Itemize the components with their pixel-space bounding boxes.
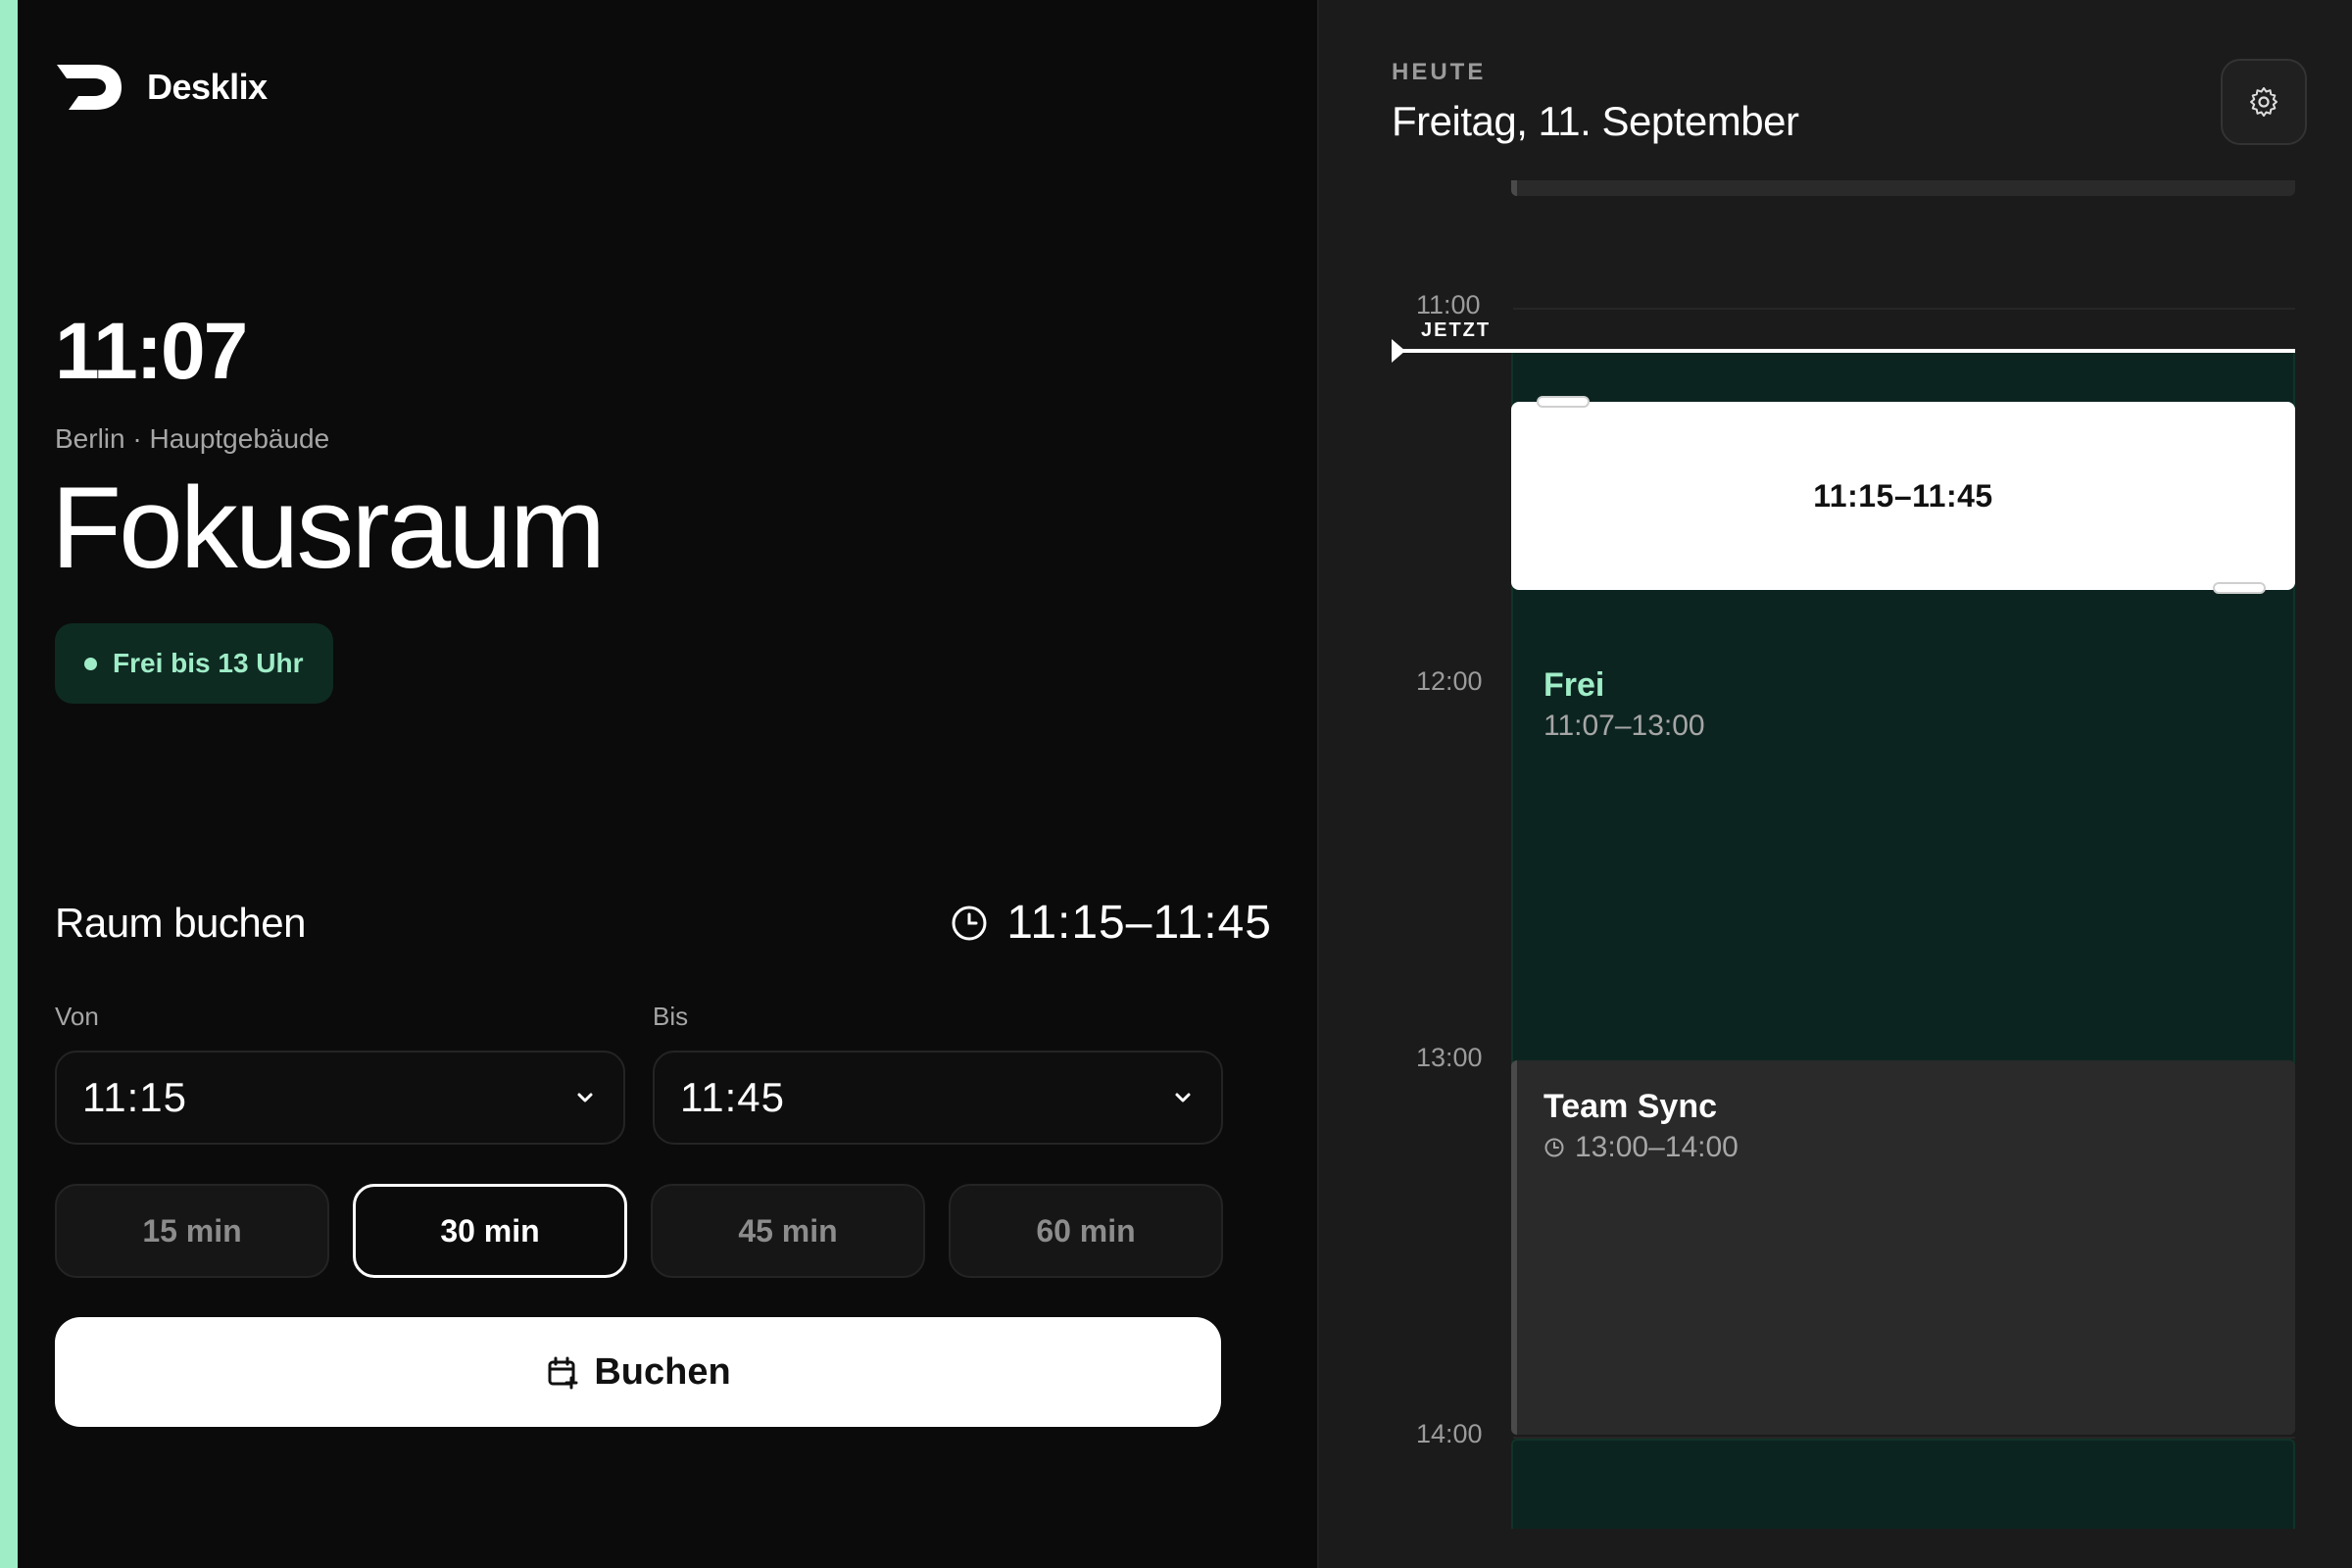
- to-value: 11:45: [680, 1074, 785, 1120]
- today-label: HEUTE: [1392, 59, 1487, 85]
- settings-button[interactable]: [2221, 59, 2307, 145]
- booking-summary: 11:15–11:45: [950, 896, 1272, 950]
- duration-30-button[interactable]: 30 min: [353, 1184, 627, 1278]
- free-slot-title: Frei: [1544, 666, 1605, 704]
- chevron-down-icon: [577, 1093, 593, 1102]
- previous-event[interactable]: [1511, 180, 2295, 196]
- calendar-add-icon: [548, 1356, 578, 1390]
- event-title: Team Sync: [1544, 1088, 1718, 1125]
- hour-line: [1513, 308, 2295, 310]
- brand: Desklix: [57, 65, 268, 110]
- to-label: Bis: [653, 1002, 689, 1031]
- free-slot-block-next[interactable]: [1511, 1439, 2295, 1529]
- hour-label: 13:00: [1416, 1043, 1483, 1072]
- chevron-down-icon: [1175, 1093, 1191, 1102]
- hour-label: 11:00: [1416, 290, 1481, 319]
- selection-end-handle[interactable]: [2213, 582, 2266, 594]
- brand-name: Desklix: [147, 67, 268, 107]
- from-select[interactable]: 11:15: [55, 1051, 625, 1145]
- duration-45-button[interactable]: 45 min: [651, 1184, 925, 1278]
- booking-summary-time: 11:15–11:45: [1006, 897, 1272, 949]
- accent-strip: [0, 0, 18, 1568]
- duration-15-button[interactable]: 15 min: [55, 1184, 329, 1278]
- hour-label: 12:00: [1416, 666, 1483, 696]
- now-label: JETZT: [1421, 319, 1492, 341]
- selection-start-handle[interactable]: [1537, 396, 1590, 408]
- day-timeline[interactable]: Frei 11:07–13:00 Team Sync 13:00–14:00 1…: [1392, 180, 2295, 1529]
- now-line: [1399, 349, 2295, 353]
- gear-icon: [2250, 87, 2278, 117]
- clock-icon: [1544, 1138, 1564, 1157]
- calendar-panel: HEUTE Freitag, 11. September Frei 11:07–…: [1317, 0, 2352, 1568]
- from-label: Von: [55, 1002, 99, 1031]
- book-button[interactable]: Buchen: [55, 1317, 1221, 1427]
- today-date: Freitag, 11. September: [1392, 98, 1799, 144]
- room-panel: Desklix 11:07 Berlin · Hauptgebäude Foku…: [18, 0, 1317, 1568]
- clock-icon: [952, 906, 987, 940]
- hour-label: 14:00: [1416, 1419, 1483, 1448]
- free-slot-time: 11:07–13:00: [1544, 710, 1705, 742]
- booking-title: Raum buchen: [55, 900, 307, 946]
- duration-60-button[interactable]: 60 min: [949, 1184, 1223, 1278]
- status-text: Frei bis 13 Uhr: [113, 648, 304, 678]
- selected-slot-label: 11:15–11:45: [1813, 477, 1993, 514]
- book-button-label: Buchen: [594, 1350, 731, 1393]
- event-time: 13:00–14:00: [1575, 1131, 1739, 1163]
- event-time-row: 13:00–14:00: [1544, 1131, 1739, 1164]
- current-time: 11:07: [55, 307, 248, 396]
- status-badge: Frei bis 13 Uhr: [55, 623, 333, 704]
- room-name: Fokusraum: [51, 464, 606, 593]
- desklix-logo-icon: [57, 65, 122, 110]
- to-select[interactable]: 11:45: [653, 1051, 1223, 1145]
- room-location: Berlin · Hauptgebäude: [55, 423, 330, 454]
- from-value: 11:15: [82, 1074, 187, 1120]
- status-dot: [84, 657, 97, 670]
- selected-slot[interactable]: 11:15–11:45: [1511, 402, 2295, 590]
